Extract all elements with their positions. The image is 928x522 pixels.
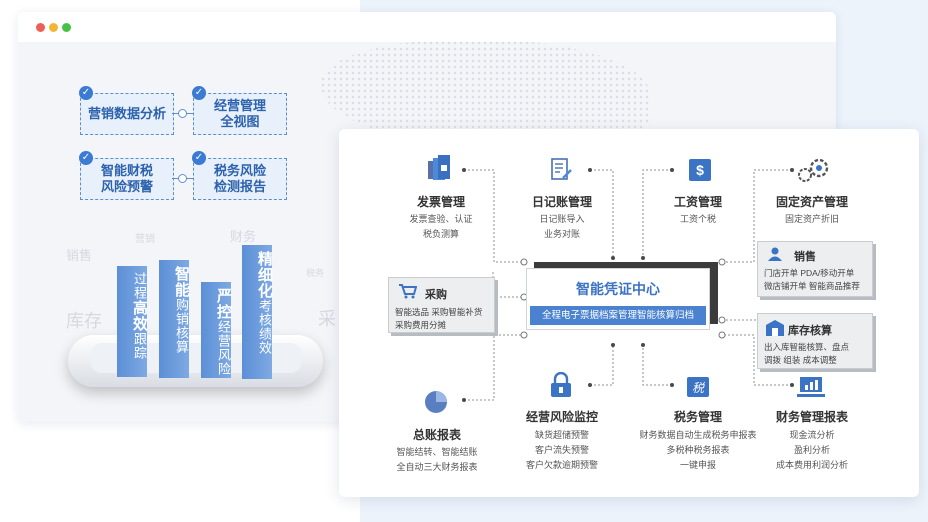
sales-box: 销售 门店开单 PDA/移动开单 微店铺开单 智能商品推荐 <box>757 241 873 297</box>
inventory-desc: 出入库智能核算、盘点 调拨 组装 成本调整 <box>764 342 850 365</box>
journal-icon <box>551 158 572 180</box>
risk-title: 经营风险监控 <box>525 410 598 424</box>
person-icon <box>768 247 782 261</box>
center-subtitle: 全程电子票据档案管理智能核算归档 <box>530 306 706 325</box>
inventory-title: 库存核算 <box>788 325 832 337</box>
monitor-chart-icon <box>797 377 825 397</box>
smart-voucher-center: 智能凭证中心 全程电子票据档案管理智能核算归档 <box>526 262 718 330</box>
purchase-box: 采购 智能选品 采购智能补货 采购费用分摊 <box>388 277 495 333</box>
ledger-title: 总账报表 <box>412 428 461 442</box>
lock-icon <box>551 372 571 397</box>
svg-text:$: $ <box>696 162 704 178</box>
finreport-title: 财务管理报表 <box>775 410 848 424</box>
center-box: 智能凭证中心 全程电子票据档案管理智能核算归档 <box>526 268 710 330</box>
tax-title: 税务管理 <box>673 410 722 424</box>
purchase-title: 采购 <box>425 289 447 301</box>
svg-text:税: 税 <box>692 381 706 395</box>
cart-icon <box>399 284 417 299</box>
invoice-title: 发票管理 <box>416 195 465 209</box>
assets-title: 固定资产管理 <box>775 195 848 209</box>
assets-desc: 固定资产折旧 <box>784 214 839 224</box>
journal-title: 日记账管理 <box>531 195 592 209</box>
gear-icon <box>798 158 829 182</box>
purchase-desc: 智能选品 采购智能补货 采购费用分摊 <box>395 307 483 330</box>
store-icon <box>766 320 784 336</box>
pie-chart-icon <box>425 391 447 413</box>
invoice-icon <box>428 155 450 180</box>
inventory-box: 库存核算 出入库智能核算、盘点 调拨 组装 成本调整 <box>757 313 873 369</box>
risk-desc: 缺货超储预警 客户流失预警 客户欠款逾期预警 <box>525 430 598 470</box>
journal-desc: 日记账导入 业务对账 <box>539 214 585 239</box>
salary-title: 工资管理 <box>673 195 722 209</box>
center-title: 智能凭证中心 <box>576 281 660 297</box>
sales-desc: 门店开单 PDA/移动开单 微店铺开单 智能商品推荐 <box>764 268 860 291</box>
sales-title: 销售 <box>794 251 816 263</box>
tax-icon: 税 <box>687 377 709 397</box>
finreport-desc: 现金流分析 盈利分析 成本费用利润分析 <box>775 430 848 470</box>
salary-icon: $ <box>689 159 711 181</box>
